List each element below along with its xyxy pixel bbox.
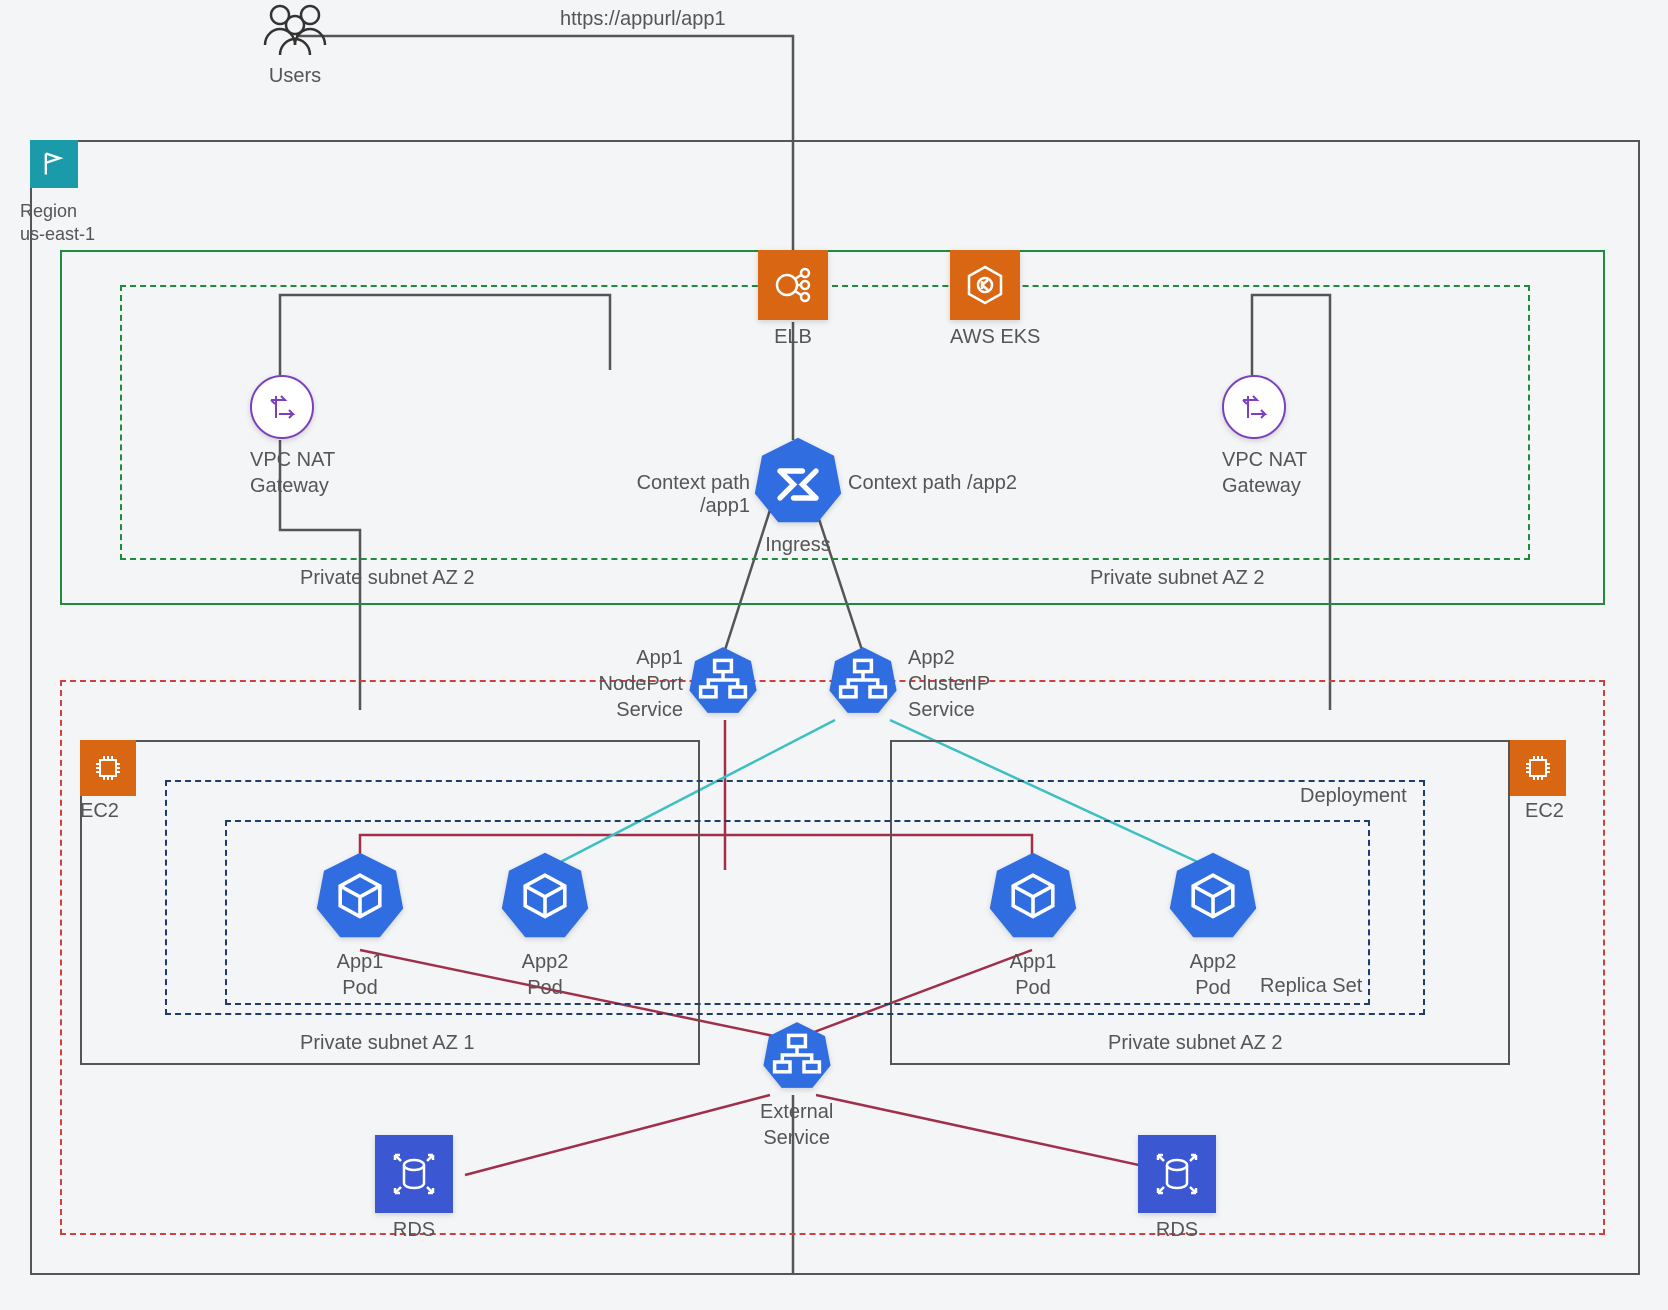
ingress-right-text: Context path /app2 — [848, 472, 1017, 495]
pod1-label: App1Pod — [315, 949, 405, 1001]
pod-icon — [500, 850, 590, 940]
elb-node: ELB — [758, 250, 828, 349]
ingress-label: Ingress — [753, 534, 843, 557]
users-icon — [255, 0, 335, 60]
nat-left-node: VPC NAT Gateway — [250, 375, 335, 499]
region-icon — [30, 140, 78, 188]
ingress-left-text: Context path /app1 — [585, 472, 750, 518]
url-label: https://appurl/app1 — [560, 8, 726, 31]
svc1-icon — [688, 645, 758, 715]
nat-left-label: VPC NAT Gateway — [250, 447, 335, 499]
priv-subnet-left-label: Private subnet AZ 1 — [300, 1032, 475, 1055]
rds-left-label: RDS — [375, 1219, 453, 1242]
ext-svc-icon — [762, 1020, 832, 1090]
users-label: Users — [225, 65, 365, 88]
svc2-icon — [828, 645, 898, 715]
rds-left-node: RDS — [375, 1135, 453, 1242]
svc1-node — [688, 645, 758, 720]
rds-right-icon — [1138, 1135, 1216, 1213]
ec2-left-label: EC2 — [80, 800, 119, 823]
ext-svc-node: ExternalService — [760, 1020, 833, 1151]
svc2-node — [828, 645, 898, 720]
rds-left-icon — [375, 1135, 453, 1213]
deployment-label: Deployment — [1300, 785, 1407, 808]
users-node: Users — [225, 0, 365, 88]
ec2-left-icon — [80, 740, 136, 796]
ingress-icon — [753, 435, 843, 525]
eks-label: AWS EKS — [950, 326, 1040, 349]
nat-right-icon — [1222, 375, 1286, 439]
ext-svc-label: ExternalService — [760, 1099, 833, 1151]
rds-right-label: RDS — [1138, 1219, 1216, 1242]
pod-icon — [1168, 850, 1258, 940]
pod2-label: App2Pod — [500, 949, 590, 1001]
pod1-node: App1Pod — [315, 850, 405, 1001]
pod3-label: App1Pod — [988, 949, 1078, 1001]
priv-subnet-right-label: Private subnet AZ 2 — [1108, 1032, 1283, 1055]
pub-subnet-left-label: Private subnet AZ 2 — [300, 567, 475, 590]
pod-icon — [988, 850, 1078, 940]
eks-icon — [950, 250, 1020, 320]
architecture-diagram: Users https://appurl/app1 Region us-east… — [0, 0, 1668, 1310]
elb-icon — [758, 250, 828, 320]
pub-subnet-right-label: Private subnet AZ 2 — [1090, 567, 1265, 590]
eks-node: AWS EKS — [950, 250, 1040, 349]
nat-right-node: VPC NAT Gateway — [1222, 375, 1307, 499]
nat-left-icon — [250, 375, 314, 439]
ingress-node: Ingress — [753, 435, 843, 557]
pod2-node: App2Pod — [500, 850, 590, 1001]
svc2-label: App2 ClusterIP Service — [908, 645, 990, 723]
pod3-node: App1Pod — [988, 850, 1078, 1001]
svc1-label: App1 NodePort Service — [588, 645, 683, 723]
elb-label: ELB — [758, 326, 828, 349]
rds-right-node: RDS — [1138, 1135, 1216, 1242]
region-title: Region us-east-1 — [20, 200, 95, 247]
pod-icon — [315, 850, 405, 940]
nat-right-label: VPC NAT Gateway — [1222, 447, 1307, 499]
ec2-right-label: EC2 — [1525, 800, 1564, 823]
ec2-right-icon — [1510, 740, 1566, 796]
pod4-node: App2Pod — [1168, 850, 1258, 1001]
replicaset-label: Replica Set — [1260, 975, 1362, 998]
pod4-label: App2Pod — [1168, 949, 1258, 1001]
